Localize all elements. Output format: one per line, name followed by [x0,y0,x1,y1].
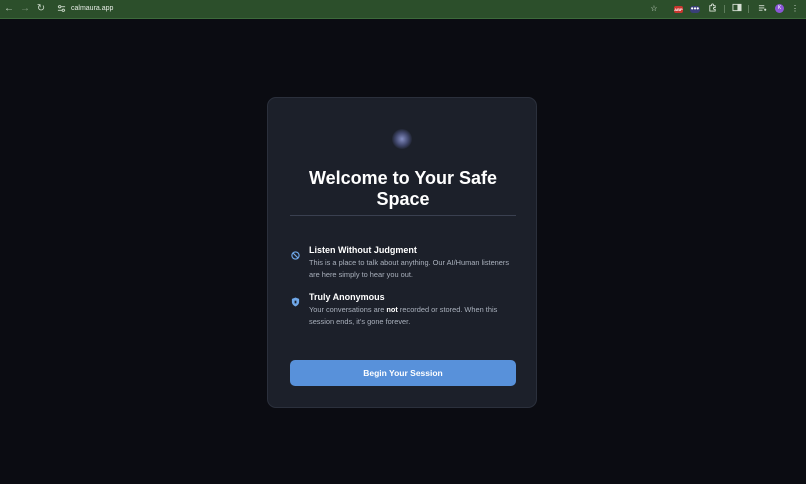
forward-arrow-icon[interactable]: → [19,3,31,15]
address-bar[interactable]: calmaura.app [71,4,113,14]
toolbar-separator [724,5,725,13]
welcome-title: Welcome to Your Safe Space [308,168,498,209]
reload-icon[interactable]: ↻ [35,3,47,15]
glow-orb-icon [392,129,412,149]
shield-icon [291,294,300,307]
site-settings-icon[interactable] [57,4,67,14]
divider [290,215,516,216]
bookmark-star-icon[interactable]: ☆ [649,3,659,15]
feature-heading: Truly Anonymous [309,292,385,302]
feature-text-before: Your conversations are [309,305,387,314]
browser-toolbar: ← → ↻ calmaura.app ☆ ABP ••• K ⋮ [0,0,806,19]
extension-dots-icon[interactable]: ••• [690,5,700,13]
welcome-card: Welcome to Your Safe Space Listen Withou… [267,97,537,408]
feature-description: This is a place to talk about anything. … [309,258,510,279]
media-controls-icon[interactable] [757,3,767,15]
extensions-puzzle-icon[interactable] [707,3,717,15]
browser-menu-icon[interactable]: ⋮ [791,3,799,15]
feature-heading: Listen Without Judgment [309,245,417,255]
profile-avatar[interactable]: K [775,4,784,13]
feature-description: Your conversations are not recorded or s… [309,304,519,328]
back-arrow-icon[interactable]: ← [3,3,15,15]
begin-session-button[interactable]: Begin Your Session [290,360,516,386]
adblock-extension-icon[interactable]: ABP [674,6,683,13]
toolbar-separator [748,5,749,13]
circle-slash-icon [291,247,300,260]
feature-text-emphasis: not [386,305,398,314]
side-panel-icon[interactable] [731,3,742,15]
